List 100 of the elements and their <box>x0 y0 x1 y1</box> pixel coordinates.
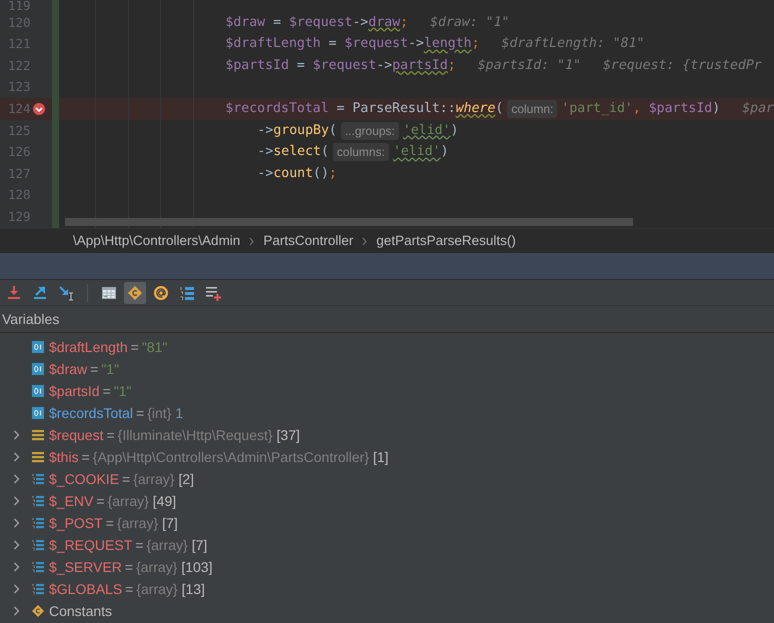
equals-sign: = <box>135 536 144 554</box>
parameter-hint: columns: <box>332 143 389 162</box>
code-token: ( <box>328 122 337 140</box>
code-token: ; <box>400 14 408 32</box>
equals-sign: = <box>82 448 90 466</box>
equals-sign: = <box>124 558 134 576</box>
node-label: Constants <box>49 602 112 620</box>
inline-debug-value: $partsId: "1" <box>478 57 581 76</box>
variable-row[interactable]: $draw = "1" <box>0 358 774 380</box>
code-token: -> <box>257 165 274 184</box>
diamond-c-button[interactable] <box>124 282 146 304</box>
variable-value: "1" <box>101 360 120 378</box>
variable-row[interactable]: $_POST = {array} [7] <box>0 512 774 534</box>
variable-value: [1] <box>373 448 389 467</box>
parameter-hint: column: <box>507 100 558 118</box>
variable-value: [13] <box>182 580 205 599</box>
variable-row[interactable]: $this = {App\Http\Controllers\Admin\PartsController} [1] <box>0 446 774 468</box>
variable-name: $this <box>49 448 79 466</box>
variable-value: "81" <box>142 338 168 356</box>
variable-type: {int} <box>147 404 172 423</box>
array-icon <box>32 473 44 485</box>
code-token: draw <box>368 14 400 32</box>
variable-value: [2] <box>178 470 194 489</box>
breakpoint-icon[interactable] <box>32 102 46 116</box>
code-token: ) <box>450 122 458 140</box>
inline-debug-value: $par <box>742 100 774 118</box>
code-token: -> <box>257 122 274 140</box>
run-to-cursor-icon <box>58 284 74 300</box>
code-token: = <box>328 35 338 54</box>
variable-value: [49] <box>152 492 176 511</box>
variable-name: $_SERVER <box>49 558 122 577</box>
variable-row[interactable]: $recordsTotal = {int} 1 <box>0 402 774 424</box>
variable-type: {array} <box>116 514 158 533</box>
code-token: ) <box>440 143 449 162</box>
code-token: = <box>272 14 282 32</box>
variable-value: 1 <box>175 404 184 422</box>
variable-row[interactable]: $partsId = "1" <box>0 380 774 402</box>
code-token: ; <box>472 35 480 54</box>
equals-sign: = <box>122 470 130 488</box>
code-token: = <box>296 57 306 76</box>
breadcrumb-item[interactable]: getPartsParseResults() <box>376 230 516 252</box>
breadcrumb-item[interactable]: \App\Http\Controllers\Admin <box>73 230 240 252</box>
code-token: -> <box>376 57 392 76</box>
variable-row[interactable]: $GLOBALS = {array} [13] <box>0 578 774 600</box>
equals-sign: = <box>106 426 115 444</box>
code-token: -> <box>408 35 424 54</box>
variable-value: [103] <box>181 558 212 577</box>
equals-sign: = <box>102 382 111 400</box>
line-number: 124 <box>8 102 31 116</box>
chevron-icon <box>248 236 256 246</box>
chevron-icon <box>361 236 368 246</box>
horizontal-scrollbar[interactable] <box>65 218 634 226</box>
code-token: select <box>273 143 321 162</box>
code-token: count <box>273 165 314 184</box>
variable-row[interactable]: $_SERVER = {array} [103] <box>0 556 774 578</box>
equals-sign: = <box>106 514 114 532</box>
variable-type: {array} <box>146 536 188 555</box>
code-token: $draftLength <box>225 35 321 54</box>
variable-row[interactable]: $_COOKIE = {array} [2] <box>0 468 774 490</box>
code-token: length <box>424 35 472 54</box>
equals-sign: = <box>96 492 105 510</box>
code-token: ( <box>495 100 504 118</box>
object-icon <box>32 451 44 463</box>
array-icon <box>32 561 44 573</box>
variable-name: $partsId <box>49 382 100 401</box>
code-token: ) <box>712 100 720 118</box>
equals-sign: = <box>130 338 139 356</box>
inline-debug-value: $draftLength: "81" <box>502 35 644 54</box>
code-token: ; <box>448 57 456 76</box>
scalar-variable-icon <box>32 341 44 353</box>
variable-row[interactable]: Constants <box>0 600 774 622</box>
step-into-icon <box>6 284 22 300</box>
code-token: -> <box>352 14 368 32</box>
variable-row[interactable]: $draftLength = "81" <box>0 336 774 358</box>
code-token: $recordsTotal <box>225 100 329 118</box>
scalar-variable-icon <box>32 363 44 375</box>
variable-row[interactable]: $_ENV = {array} [49] <box>0 490 774 512</box>
code-token: partsId <box>392 57 448 76</box>
variable-name: $_ENV <box>49 492 94 511</box>
code-token: -> <box>257 143 274 162</box>
variable-row[interactable]: $_REQUEST = {array} [7] <box>0 534 774 556</box>
code-token: , <box>632 100 642 118</box>
numbered-list-icon <box>179 284 195 300</box>
code-token: $partsId <box>648 100 712 118</box>
code-token: $partsId <box>225 57 289 76</box>
diamond-c-icon <box>127 284 143 300</box>
variable-name: $request <box>49 426 104 445</box>
code-token: $request <box>288 14 352 32</box>
breadcrumb-item[interactable]: PartsController <box>263 230 354 252</box>
code-token: $request <box>344 35 408 54</box>
array-icon <box>32 539 44 551</box>
variable-row[interactable]: $request = {Illuminate\Http\Request} [37] <box>0 424 774 446</box>
diamond-c-icon <box>32 605 44 617</box>
variable-type: {array} <box>136 580 178 599</box>
arrow-up-right-icon <box>32 284 48 300</box>
equals-sign: = <box>136 404 144 422</box>
variable-name: $_POST <box>49 514 103 533</box>
equals-sign: = <box>90 360 98 378</box>
array-icon <box>32 495 44 507</box>
table-icon <box>101 284 117 300</box>
